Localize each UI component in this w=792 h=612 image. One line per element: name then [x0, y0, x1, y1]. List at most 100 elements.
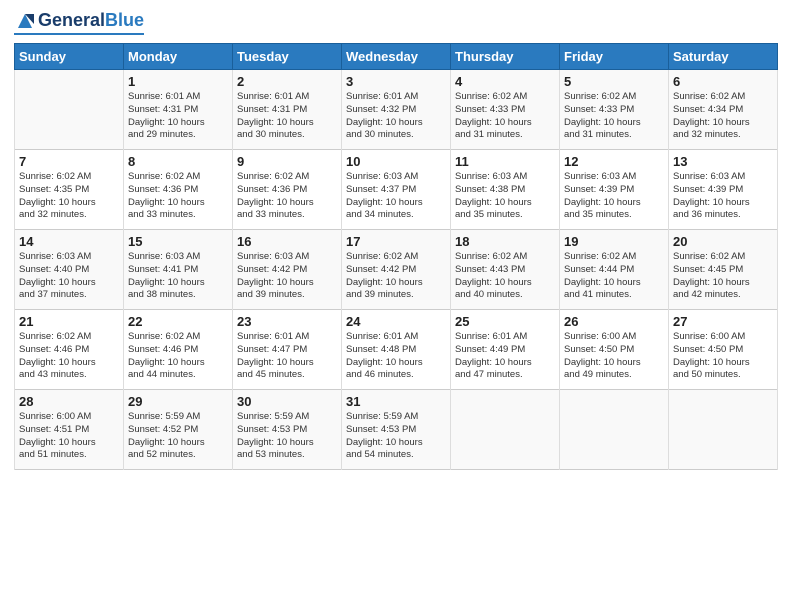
- day-number: 30: [237, 394, 337, 409]
- calendar-cell: 25Sunrise: 6:01 AM Sunset: 4:49 PM Dayli…: [451, 310, 560, 390]
- calendar-cell: 18 Sunrise: 6:02 AM Sunset: 4:43 PM Dayli…: [451, 230, 560, 310]
- cell-content: Sunrise: 6:01 AM Sunset: 4:31 PM Dayligh…: [128, 91, 228, 142]
- calendar-table: SundayMondayTuesdayWednesdayThursdayFrid…: [14, 43, 778, 470]
- calendar-cell: 9 Sunrise: 6:02 AM Sunset: 4:36 PM Daylig…: [233, 150, 342, 230]
- cell-content: Sunrise: 6:02 AM Sunset: 4:36 PM Dayligh…: [237, 171, 337, 222]
- cell-content: Sunrise: 6:02 AM Sunset: 4:44 PM Dayligh…: [564, 251, 664, 302]
- logo-underline: [14, 33, 144, 35]
- week-row-4: 21 Sunrise: 6:02 AM Sunset: 4:46 PM Dayli…: [15, 310, 778, 390]
- calendar-cell: 14 Sunrise: 6:03 AM Sunset: 4:40 PM Dayli…: [15, 230, 124, 310]
- calendar-cell: 22Sunrise: 6:02 AM Sunset: 4:46 PM Dayli…: [124, 310, 233, 390]
- day-number: 20: [673, 234, 773, 249]
- cell-content: Sunrise: 6:03 AM Sunset: 4:40 PM Dayligh…: [19, 251, 119, 302]
- cell-content: Sunrise: 6:02 AM Sunset: 4:46 PM Dayligh…: [19, 331, 119, 382]
- cell-content: Sunrise: 6:02 AM Sunset: 4:36 PM Dayligh…: [128, 171, 228, 222]
- day-number: 24: [346, 314, 446, 329]
- calendar-cell: 6Sunrise: 6:02 AM Sunset: 4:34 PM Daylig…: [669, 70, 778, 150]
- cell-content: Sunrise: 6:03 AM Sunset: 4:42 PM Dayligh…: [237, 251, 337, 302]
- calendar-cell: 26 Sunrise: 6:00 AM Sunset: 4:50 PM Dayli…: [560, 310, 669, 390]
- cell-content: Sunrise: 5:59 AM Sunset: 4:52 PM Dayligh…: [128, 411, 228, 462]
- weekday-header-monday: Monday: [124, 44, 233, 70]
- weekday-header-row: SundayMondayTuesdayWednesdayThursdayFrid…: [15, 44, 778, 70]
- calendar-cell: 21 Sunrise: 6:02 AM Sunset: 4:46 PM Dayli…: [15, 310, 124, 390]
- cell-content: Sunrise: 6:03 AM Sunset: 4:41 PM Dayligh…: [128, 251, 228, 302]
- calendar-cell: 24Sunrise: 6:01 AM Sunset: 4:48 PM Dayli…: [342, 310, 451, 390]
- calendar-cell: [669, 390, 778, 470]
- calendar-cell: 10Sunrise: 6:03 AM Sunset: 4:37 PM Dayli…: [342, 150, 451, 230]
- day-number: 7: [19, 154, 119, 169]
- cell-content: Sunrise: 6:00 AM Sunset: 4:51 PM Dayligh…: [19, 411, 119, 462]
- calendar-cell: [560, 390, 669, 470]
- day-number: 27: [673, 314, 773, 329]
- logo-text: GeneralBlue: [14, 10, 144, 32]
- day-number: 11: [455, 154, 555, 169]
- cell-content: Sunrise: 6:00 AM Sunset: 4:50 PM Dayligh…: [673, 331, 773, 382]
- calendar-cell: 23Sunrise: 6:01 AM Sunset: 4:47 PM Dayli…: [233, 310, 342, 390]
- day-number: 6: [673, 74, 773, 89]
- weekday-header-wednesday: Wednesday: [342, 44, 451, 70]
- weekday-header-tuesday: Tuesday: [233, 44, 342, 70]
- day-number: 18: [455, 234, 555, 249]
- day-number: 19: [564, 234, 664, 249]
- day-number: 31: [346, 394, 446, 409]
- calendar-cell: 20 Sunrise: 6:02 AM Sunset: 4:45 PM Dayli…: [669, 230, 778, 310]
- cell-content: Sunrise: 6:03 AM Sunset: 4:38 PM Dayligh…: [455, 171, 555, 222]
- calendar-cell: 31 Sunrise: 5:59 AM Sunset: 4:53 PM Dayli…: [342, 390, 451, 470]
- day-number: 13: [673, 154, 773, 169]
- day-number: 14: [19, 234, 119, 249]
- day-number: 29: [128, 394, 228, 409]
- weekday-header-friday: Friday: [560, 44, 669, 70]
- page-container: GeneralBlue SundayMondayTuesdayWednesday…: [0, 0, 792, 478]
- calendar-cell: 11 Sunrise: 6:03 AM Sunset: 4:38 PM Dayli…: [451, 150, 560, 230]
- calendar-cell: 3Sunrise: 6:01 AM Sunset: 4:32 PM Daylig…: [342, 70, 451, 150]
- cell-content: Sunrise: 6:02 AM Sunset: 4:33 PM Dayligh…: [455, 91, 555, 142]
- logo-blue: Blue: [105, 11, 144, 31]
- weekday-header-sunday: Sunday: [15, 44, 124, 70]
- cell-content: Sunrise: 6:01 AM Sunset: 4:31 PM Dayligh…: [237, 91, 337, 142]
- day-number: 23: [237, 314, 337, 329]
- calendar-cell: 19 Sunrise: 6:02 AM Sunset: 4:44 PM Dayli…: [560, 230, 669, 310]
- calendar-cell: 2 Sunrise: 6:01 AM Sunset: 4:31 PM Daylig…: [233, 70, 342, 150]
- day-number: 9: [237, 154, 337, 169]
- logo-general: General: [38, 11, 105, 31]
- cell-content: Sunrise: 6:00 AM Sunset: 4:50 PM Dayligh…: [564, 331, 664, 382]
- day-number: 5: [564, 74, 664, 89]
- day-number: 12: [564, 154, 664, 169]
- header: GeneralBlue: [14, 10, 778, 35]
- calendar-cell: 16Sunrise: 6:03 AM Sunset: 4:42 PM Dayli…: [233, 230, 342, 310]
- day-number: 21: [19, 314, 119, 329]
- day-number: 3: [346, 74, 446, 89]
- calendar-cell: [15, 70, 124, 150]
- logo-icon: [14, 10, 36, 32]
- cell-content: Sunrise: 6:03 AM Sunset: 4:39 PM Dayligh…: [673, 171, 773, 222]
- calendar-cell: 1 Sunrise: 6:01 AM Sunset: 4:31 PM Daylig…: [124, 70, 233, 150]
- cell-content: Sunrise: 5:59 AM Sunset: 4:53 PM Dayligh…: [346, 411, 446, 462]
- day-number: 17: [346, 234, 446, 249]
- cell-content: Sunrise: 6:02 AM Sunset: 4:43 PM Dayligh…: [455, 251, 555, 302]
- day-number: 28: [19, 394, 119, 409]
- calendar-cell: 12Sunrise: 6:03 AM Sunset: 4:39 PM Dayli…: [560, 150, 669, 230]
- cell-content: Sunrise: 5:59 AM Sunset: 4:53 PM Dayligh…: [237, 411, 337, 462]
- calendar-cell: 8Sunrise: 6:02 AM Sunset: 4:36 PM Daylig…: [124, 150, 233, 230]
- day-number: 1: [128, 74, 228, 89]
- week-row-5: 28 Sunrise: 6:00 AM Sunset: 4:51 PM Dayli…: [15, 390, 778, 470]
- calendar-cell: 17 Sunrise: 6:02 AM Sunset: 4:42 PM Dayli…: [342, 230, 451, 310]
- day-number: 2: [237, 74, 337, 89]
- week-row-1: 1 Sunrise: 6:01 AM Sunset: 4:31 PM Daylig…: [15, 70, 778, 150]
- logo: GeneralBlue: [14, 10, 144, 35]
- cell-content: Sunrise: 6:02 AM Sunset: 4:45 PM Dayligh…: [673, 251, 773, 302]
- calendar-cell: 30 Sunrise: 5:59 AM Sunset: 4:53 PM Dayli…: [233, 390, 342, 470]
- cell-content: Sunrise: 6:02 AM Sunset: 4:35 PM Dayligh…: [19, 171, 119, 222]
- day-number: 15: [128, 234, 228, 249]
- calendar-cell: 5 Sunrise: 6:02 AM Sunset: 4:33 PM Daylig…: [560, 70, 669, 150]
- day-number: 22: [128, 314, 228, 329]
- weekday-header-saturday: Saturday: [669, 44, 778, 70]
- day-number: 26: [564, 314, 664, 329]
- cell-content: Sunrise: 6:02 AM Sunset: 4:42 PM Dayligh…: [346, 251, 446, 302]
- week-row-3: 14 Sunrise: 6:03 AM Sunset: 4:40 PM Dayli…: [15, 230, 778, 310]
- week-row-2: 7 Sunrise: 6:02 AM Sunset: 4:35 PM Daylig…: [15, 150, 778, 230]
- cell-content: Sunrise: 6:02 AM Sunset: 4:33 PM Dayligh…: [564, 91, 664, 142]
- day-number: 10: [346, 154, 446, 169]
- calendar-cell: 15 Sunrise: 6:03 AM Sunset: 4:41 PM Dayli…: [124, 230, 233, 310]
- calendar-cell: 13 Sunrise: 6:03 AM Sunset: 4:39 PM Dayli…: [669, 150, 778, 230]
